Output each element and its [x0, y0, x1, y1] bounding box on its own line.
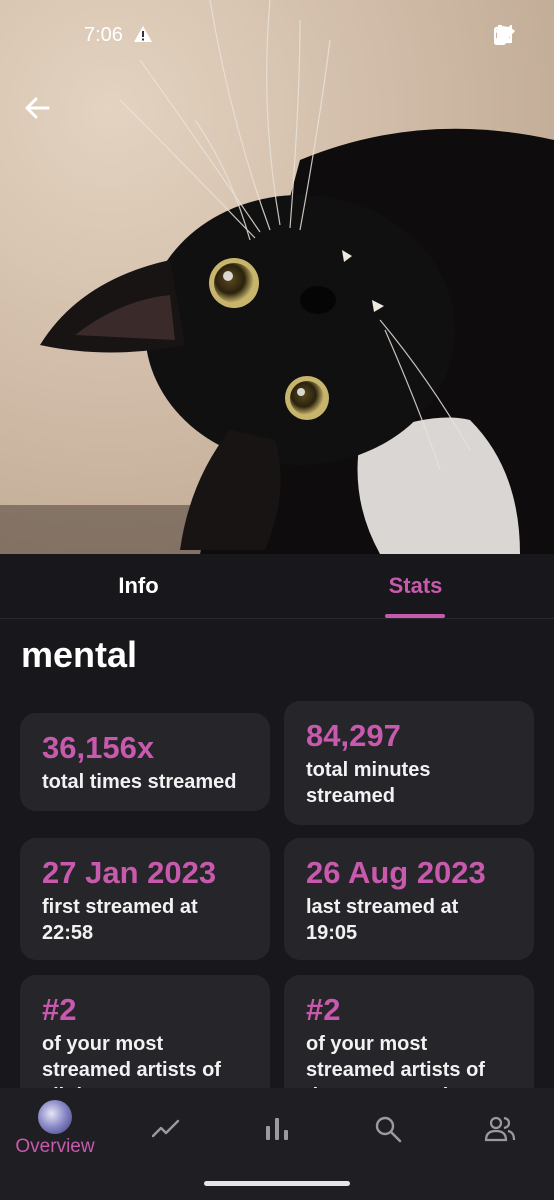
stat-label: total minutes streamed: [306, 759, 431, 807]
stat-card-last-streamed: 26 Aug 2023 last streamed at 19:05: [284, 838, 534, 960]
tab-bar: Info Stats: [0, 554, 554, 619]
stat-value: 27 Jan 2023: [42, 855, 217, 890]
tab-stats[interactable]: Stats: [277, 554, 554, 618]
stat-label: last streamed at 19:05: [306, 896, 459, 944]
tab-info[interactable]: Info: [0, 554, 277, 618]
stat-card-minutes-streamed: 84,297 total minutes streamed: [284, 701, 534, 825]
home-indicator[interactable]: [204, 1181, 350, 1186]
stat-card-first-streamed: 27 Jan 2023 first streamed at 22:58: [20, 838, 270, 960]
tab-active-indicator: [385, 614, 445, 618]
stat-value: 26 Aug 2023: [306, 855, 486, 890]
stat-value: #2: [306, 992, 341, 1027]
artist-photo: 7:06: [0, 0, 554, 554]
avatar: [38, 1100, 72, 1134]
status-bar: 7:06: [0, 0, 554, 72]
nav-overview-label: Overview: [15, 1136, 95, 1157]
back-arrow-icon: [25, 97, 50, 119]
cat-photo: [0, 0, 554, 554]
nav-overview[interactable]: Overview: [0, 1088, 110, 1178]
nav-charts[interactable]: [222, 1088, 332, 1178]
search-icon: [375, 1116, 402, 1143]
stat-label: first streamed at 22:58: [42, 896, 198, 944]
stat-card-times-streamed: 36,156x total times streamed: [20, 713, 270, 811]
bar-chart-icon: [266, 1118, 288, 1140]
nav-friends[interactable]: [444, 1088, 554, 1178]
status-time: 7:06: [84, 24, 123, 46]
trending-icon: [151, 1119, 180, 1138]
friends-icon: [484, 1116, 516, 1142]
stat-value: 36,156x: [42, 730, 155, 765]
back-button[interactable]: [22, 92, 54, 124]
stat-value: #2: [42, 992, 77, 1027]
nav-search[interactable]: [333, 1088, 443, 1178]
artist-name: mental: [21, 634, 138, 675]
stat-label: total times streamed: [42, 771, 237, 793]
nav-trending[interactable]: [111, 1088, 221, 1178]
stat-value: 84,297: [306, 718, 401, 753]
